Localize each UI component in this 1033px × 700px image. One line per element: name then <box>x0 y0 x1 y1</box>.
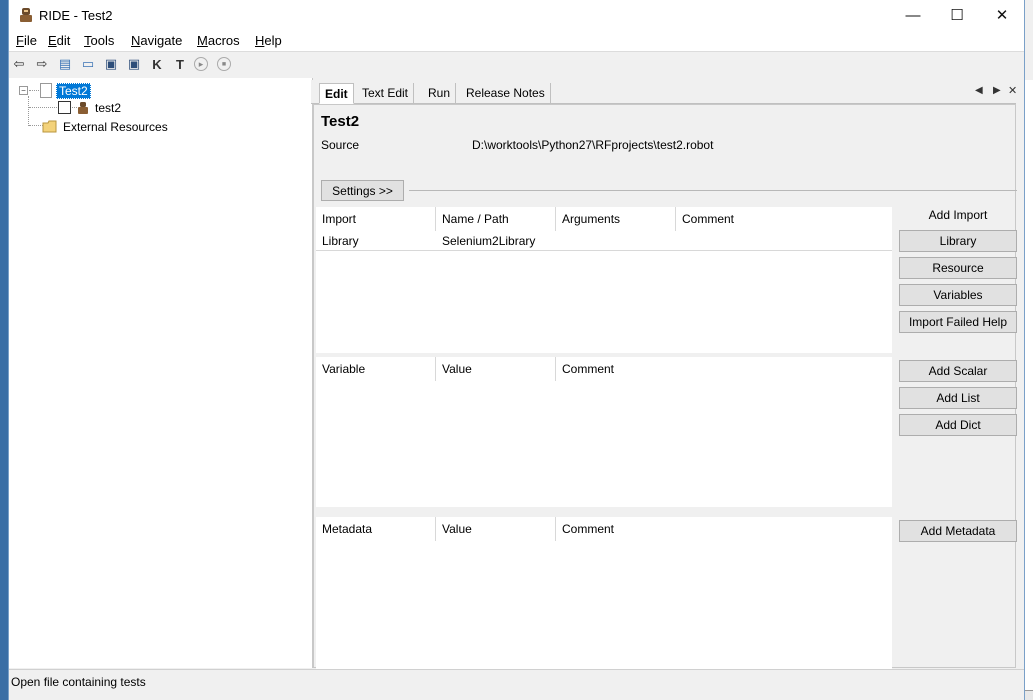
source-path: D:\worktools\Python27\RFprojects\test2.r… <box>472 138 714 152</box>
import-table-header: Import Name / Path Arguments Comment <box>316 207 892 231</box>
search-keywords-icon[interactable]: K <box>148 55 166 73</box>
menu-tools[interactable]: Tools <box>84 33 114 48</box>
menu-macros[interactable]: Macros <box>197 33 240 48</box>
tree-item-test2-suite[interactable]: − Test2 <box>19 82 91 99</box>
column-header: Import <box>316 207 436 231</box>
tree-item-label[interactable]: External Resources <box>63 120 168 134</box>
maximize-button[interactable]: ☐ <box>934 0 980 30</box>
tab-edit[interactable]: Edit <box>319 83 354 104</box>
variable-table: Variable Value Comment <box>316 357 892 507</box>
source-label: Source <box>321 138 360 152</box>
tree-item-external-resources[interactable]: External Resources <box>42 118 168 135</box>
column-header: Arguments <box>556 207 676 231</box>
suite-file-icon <box>40 83 52 98</box>
test-case-checkbox[interactable] <box>58 101 71 114</box>
menu-bar: File Edit Tools Navigate Macros Help <box>9 30 1024 52</box>
metadata-table: Metadata Value Comment <box>316 517 892 669</box>
ride-app-icon <box>20 8 32 22</box>
collapse-icon[interactable]: − <box>19 86 28 95</box>
import-table: Import Name / Path Arguments Comment Lib… <box>316 207 892 353</box>
status-bar: Open file containing tests <box>9 669 1024 692</box>
close-icon: ✕ <box>995 7 1009 24</box>
tab-prev-icon[interactable]: ◀ <box>975 85 983 96</box>
run-icon[interactable]: ▸ <box>194 57 208 71</box>
robot-test-icon <box>78 101 88 114</box>
minimize-icon: — <box>905 6 921 24</box>
ride-window: RIDE - Test2 — ☐ ✕ File Edit Tools Navig… <box>8 0 1025 700</box>
tab-text-edit[interactable]: Text Edit <box>357 83 415 104</box>
column-header: Value <box>436 357 556 381</box>
table-cell[interactable]: Selenium2Library <box>436 231 556 251</box>
tab-next-icon[interactable]: ▶ <box>993 85 1001 96</box>
tree-item-test2-case[interactable]: test2 <box>58 99 121 116</box>
suite-tree: − Test2 test2 External Resources <box>9 78 313 668</box>
add-import-heading: Add Import <box>928 208 988 222</box>
settings-button[interactable]: Settings >> <box>321 180 404 201</box>
column-header: Comment <box>562 522 615 536</box>
column-header: Variable <box>316 357 436 381</box>
add-dict-button[interactable]: Add Dict <box>899 414 1017 436</box>
menu-edit[interactable]: Edit <box>48 33 70 48</box>
open-suite-icon[interactable]: ▤ <box>56 55 74 73</box>
metadata-table-header: Metadata Value Comment <box>316 517 892 541</box>
desktop-background-right <box>1025 80 1033 700</box>
save-icon[interactable]: ▣ <box>102 55 120 73</box>
tab-run[interactable]: Run <box>423 83 457 104</box>
title-bar: RIDE - Test2 — ☐ ✕ <box>9 0 1024 30</box>
column-header: Name / Path <box>436 207 556 231</box>
tree-connector <box>28 96 29 126</box>
suite-editor: Test2 Source D:\worktools\Python27\RFpro… <box>313 104 1017 669</box>
import-failed-help-button[interactable]: Import Failed Help <box>899 311 1017 333</box>
variable-table-header: Variable Value Comment <box>316 357 892 381</box>
table-row[interactable]: Library Selenium2Library <box>316 231 892 251</box>
search-tests-icon[interactable]: T <box>171 55 189 73</box>
minimize-button[interactable]: — <box>890 0 936 30</box>
stop-icon[interactable]: ■ <box>217 57 231 71</box>
tab-close-icon[interactable]: ✕ <box>1008 84 1017 97</box>
column-header: Comment <box>562 362 615 376</box>
table-cell[interactable] <box>676 231 892 251</box>
add-list-button[interactable]: Add List <box>899 387 1017 409</box>
tab-release-notes[interactable]: Release Notes <box>461 83 551 104</box>
close-button[interactable]: ✕ <box>979 0 1025 30</box>
window-title: RIDE - Test2 <box>39 8 113 23</box>
add-library-button[interactable]: Library <box>899 230 1017 252</box>
settings-divider <box>409 190 1017 191</box>
add-metadata-button[interactable]: Add Metadata <box>899 520 1017 542</box>
toolbar: ⇦ ⇨ ▤ ▭ ▣ ▣ K T ▸ ■ <box>9 52 1024 76</box>
menu-file[interactable]: File <box>16 33 37 48</box>
forward-arrow-icon[interactable]: ⇨ <box>33 55 51 73</box>
add-resource-button[interactable]: Resource <box>899 257 1017 279</box>
back-arrow-icon[interactable]: ⇦ <box>10 55 28 73</box>
column-header: Value <box>436 517 556 541</box>
tree-connector <box>29 125 43 126</box>
add-variables-button[interactable]: Variables <box>899 284 1017 306</box>
table-cell[interactable]: Library <box>316 231 436 251</box>
desktop-background-left <box>0 0 8 700</box>
folder-icon <box>42 120 57 133</box>
open-directory-icon[interactable]: ▭ <box>79 55 97 73</box>
menu-navigate[interactable]: Navigate <box>131 33 182 48</box>
menu-help[interactable]: Help <box>255 33 282 48</box>
tree-item-label[interactable]: Test2 <box>56 82 91 99</box>
column-header: Metadata <box>316 517 436 541</box>
column-header: Comment <box>682 212 735 226</box>
save-all-icon[interactable]: ▣ <box>125 55 143 73</box>
suite-title: Test2 <box>321 113 360 130</box>
tree-item-label[interactable]: test2 <box>95 101 121 115</box>
status-text: Open file containing tests <box>11 675 146 689</box>
maximize-icon: ☐ <box>950 7 964 24</box>
table-cell[interactable] <box>556 231 676 251</box>
editor-tabs: Edit Text Edit Run Release Notes ◀ ▶ ✕ <box>311 80 1017 104</box>
add-scalar-button[interactable]: Add Scalar <box>899 360 1017 382</box>
